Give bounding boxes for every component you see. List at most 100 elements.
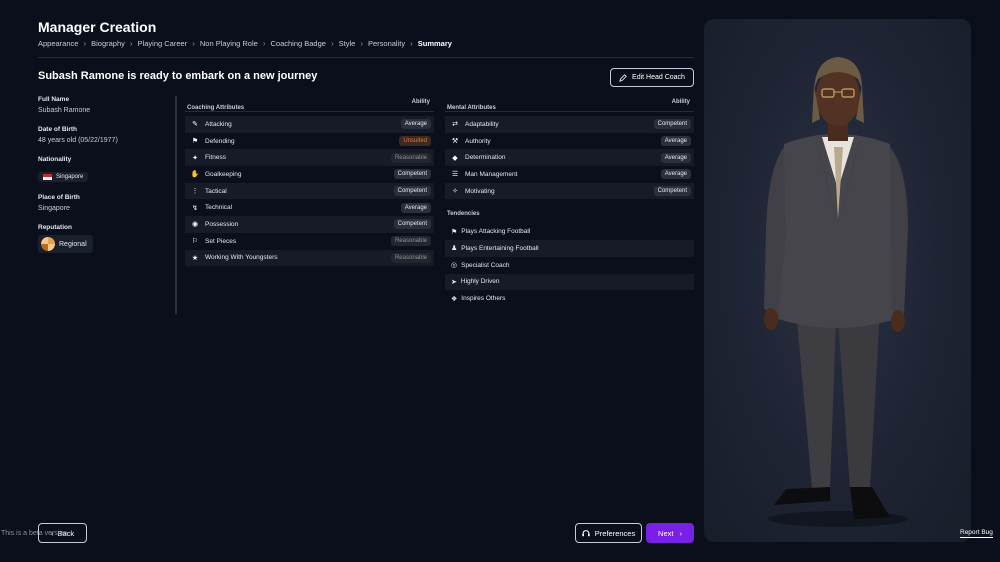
attribute-label: Defending [205, 137, 235, 145]
ability-badge: Competent [653, 186, 691, 197]
attribute-row[interactable]: ✧ Motivating Competent [445, 182, 694, 200]
coaching-ability-label: Ability [411, 99, 430, 105]
header-divider [38, 57, 694, 58]
attacking-icon: ✎ [192, 121, 198, 129]
coaching-attributes-panel: Coaching Attributes Ability ✎ Attacking Av… [185, 97, 434, 267]
attribute-row[interactable]: ◉ Possession Competent [185, 216, 434, 233]
attacking-football-icon: ⚑ [451, 228, 458, 236]
mental-ability-label: Ability [671, 99, 690, 105]
nationality-chip: Singapore [38, 172, 89, 182]
attribute-row[interactable]: ⚐ Set Pieces Reasonable [185, 233, 434, 250]
attribute-row[interactable]: ⚒ Authority Average [445, 133, 694, 150]
authority-icon: ⚒ [451, 138, 459, 146]
edit-head-coach-button[interactable]: Edit Head Coach [610, 68, 694, 87]
breadcrumb-item[interactable]: Non Playing Role [200, 39, 258, 48]
manager-avatar [764, 57, 908, 527]
tendency-chip: ⚑ Plays Attacking Football [451, 228, 530, 236]
attribute-label: Determination [465, 154, 506, 162]
nationality-value: Singapore [56, 174, 84, 180]
next-button[interactable]: Next › [646, 523, 694, 543]
tendency-chip: ♟ Plays Entertaining Football [451, 244, 539, 253]
goalkeeping-icon: ✋ [190, 171, 200, 179]
tendency-row[interactable]: ❖ Inspires Others [445, 290, 694, 307]
manager-avatar-panel[interactable] [704, 19, 971, 542]
preferences-icon [582, 530, 590, 537]
technical-icon: ↯ [192, 204, 198, 212]
breadcrumb-item[interactable]: Playing Career [138, 39, 188, 48]
attribute-label: Goalkeeping [205, 170, 242, 178]
attribute-row[interactable]: ↯ Technical Average [185, 199, 434, 216]
preferences-button[interactable]: Preferences [575, 523, 642, 543]
attribute-name: ◉ Possession [191, 220, 239, 229]
attribute-name: ⋮ Tactical [191, 187, 227, 196]
breadcrumb-chevron-icon: › [192, 39, 195, 48]
attribute-name: ✦ Fitness [191, 154, 226, 162]
column-divider [175, 96, 177, 314]
tendency-label: Specialist Coach [461, 261, 510, 269]
tendency-row[interactable]: ➤ Highly Driven [445, 273, 694, 291]
set-pieces-icon: ⚐ [191, 238, 199, 246]
determination-icon: ◆ [452, 154, 458, 162]
report-bug-link[interactable]: Report Bug [960, 529, 993, 538]
breadcrumb-item[interactable]: Personality [368, 39, 405, 48]
nationality-label: Nationality [38, 156, 72, 163]
tendency-row[interactable]: ◎ Specialist Coach [445, 257, 694, 274]
attribute-name: ☰ Man Management [451, 170, 518, 179]
reputation-label: Reputation [38, 224, 72, 231]
breadcrumb-item[interactable]: Biography [91, 39, 125, 48]
attribute-label: Attacking [205, 120, 232, 128]
attribute-name: ⇄ Adaptability [451, 120, 499, 129]
attribute-row[interactable]: ◆ Determination Average [445, 149, 694, 167]
breadcrumb-item[interactable]: Style [339, 39, 356, 48]
ability-badge: Average [400, 119, 431, 130]
tendency-row[interactable]: ♟ Plays Entertaining Football [445, 240, 694, 257]
tendencies-title: Tendencies [447, 211, 480, 218]
ability-badge: Reasonable [390, 152, 431, 163]
reputation-value: Regional [59, 240, 87, 248]
attribute-label: Working With Youngsters [205, 254, 278, 262]
attribute-row[interactable]: ✋ Goalkeeping Competent [185, 166, 434, 183]
attribute-row[interactable]: ⋮ Tactical Competent [185, 182, 434, 200]
attribute-label: Possession [205, 220, 239, 228]
breadcrumb-item[interactable]: Appearance [38, 39, 78, 48]
attribute-row[interactable]: ⇄ Adaptability Competent [445, 116, 694, 133]
breadcrumb-chevron-icon: › [129, 39, 133, 48]
reputation-icon [41, 237, 55, 251]
man-management-icon: ☰ [451, 171, 459, 179]
full-name-label: Full Name [38, 96, 70, 103]
attribute-row[interactable]: ⚑ Defending Unsuited [185, 133, 434, 150]
tendency-label: Plays Attacking Football [461, 228, 531, 236]
breadcrumb-item[interactable]: Coaching Badge [270, 39, 325, 48]
attribute-name: ★ Working With Youngsters [191, 254, 278, 262]
tendency-chip: ◎ Specialist Coach [451, 261, 510, 270]
ability-badge: Unsuited [399, 136, 431, 147]
mental-attributes-panel: Mental Attributes Ability ⇄ Adaptability C… [445, 97, 694, 307]
singapore-flag-icon [43, 174, 52, 180]
entertaining-football-icon: ♟ [451, 245, 458, 253]
highly-driven-icon: ➤ [451, 278, 457, 286]
possession-icon: ◉ [191, 221, 199, 229]
attribute-label: Tactical [205, 187, 227, 195]
attribute-label: Man Management [465, 170, 518, 178]
dob-label: Date of Birth [38, 126, 77, 133]
attribute-row[interactable]: ★ Working With Youngsters Reasonable [185, 249, 434, 267]
mental-attributes-title: Mental Attributes [447, 105, 496, 111]
coaching-attributes-title: Coaching Attributes [187, 105, 245, 111]
attribute-row[interactable]: ✎ Attacking Average [185, 116, 434, 133]
tendency-row[interactable]: ⚑ Plays Attacking Football [445, 223, 694, 240]
attribute-label: Set Pieces [205, 237, 237, 245]
attribute-label: Authority [465, 137, 491, 145]
ability-badge: Average [660, 169, 691, 180]
attribute-name: ⚑ Defending [191, 137, 235, 146]
attribute-name: ✋ Goalkeeping [190, 170, 242, 179]
attribute-row[interactable]: ✦ Fitness Reasonable [185, 149, 434, 167]
ability-badge: Reasonable [390, 236, 431, 247]
ability-badge: Competent [393, 186, 431, 197]
breadcrumb-chevron-icon: › [83, 39, 87, 48]
breadcrumb-item[interactable]: Summary [418, 39, 452, 48]
page-title: Manager Creation [38, 19, 157, 35]
chevron-right-icon: › [679, 528, 682, 538]
attribute-name: ✧ Motivating [451, 187, 495, 196]
attribute-name: ✎ Attacking [191, 120, 232, 129]
attribute-row[interactable]: ☰ Man Management Average [445, 166, 694, 183]
